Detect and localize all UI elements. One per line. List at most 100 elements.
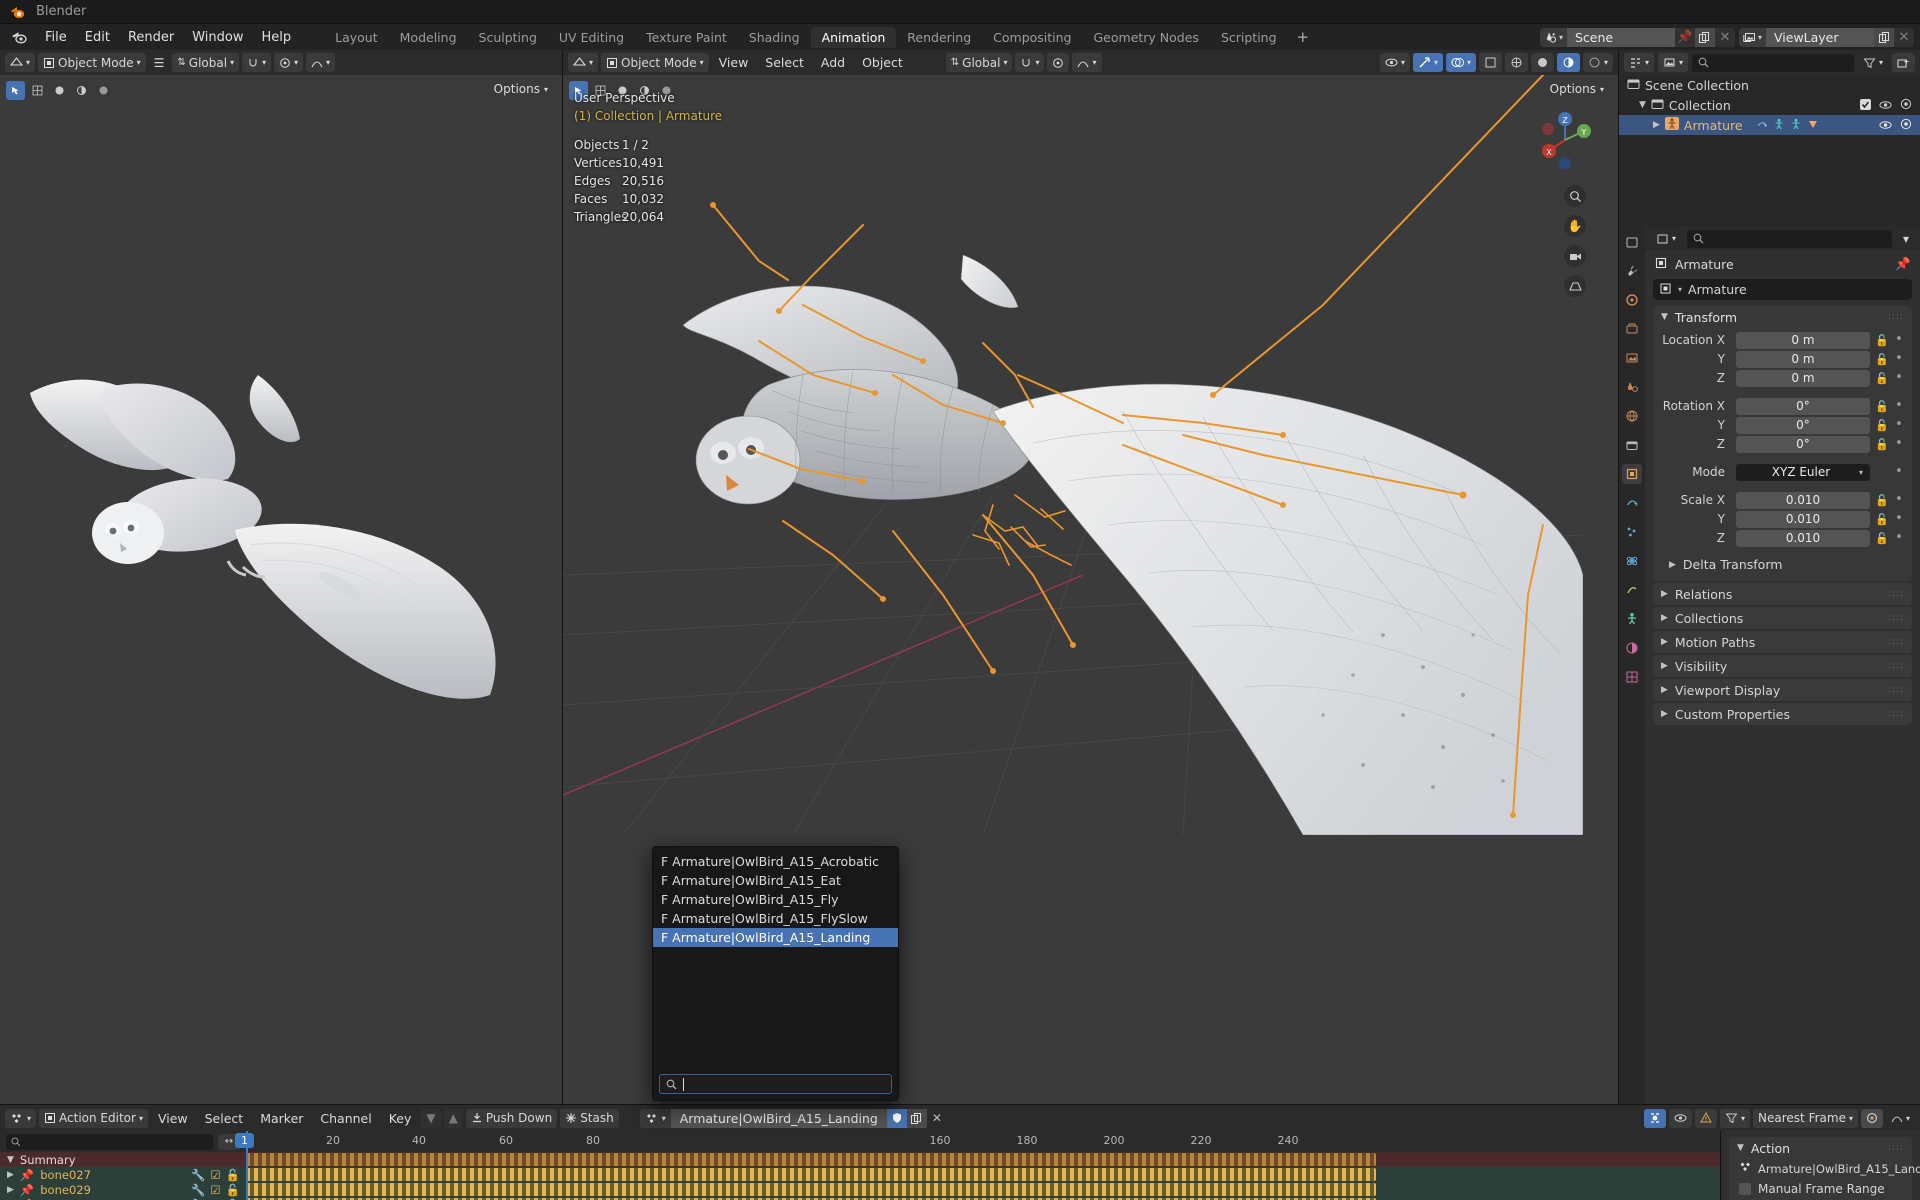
new-scene-icon[interactable] [1694,27,1715,47]
tab-particles-icon[interactable] [1622,522,1642,542]
chevron-right-icon[interactable]: ▶ [1661,661,1668,671]
eye-icon[interactable] [1879,118,1892,133]
fake-user-toggle-icon[interactable] [886,1108,907,1128]
stash-button[interactable]: Stash [560,1108,619,1128]
workspace-tab-texture-paint[interactable]: Texture Paint [635,27,738,48]
push-down-button[interactable]: Push Down [465,1108,558,1128]
main-falloff-icon[interactable]: ▾ [1072,53,1102,72]
menu-window[interactable]: Window [183,28,252,47]
shading-wire-icon[interactable] [1504,53,1528,72]
location-z-input[interactable]: 0 m [1736,369,1870,387]
chevron-right-icon[interactable]: ▶ [7,1185,14,1195]
tab-output-icon[interactable] [1622,319,1642,339]
dopesheet-menu-select[interactable]: Select [198,1110,251,1127]
lock-icon[interactable]: 🔓 [1875,334,1889,347]
proportional-edit-icon[interactable]: ▾ [274,53,304,72]
workspace-tab-geometry-nodes[interactable]: Geometry Nodes [1083,27,1210,48]
viewport-menu-object[interactable]: Object [855,54,910,71]
panel-visibility[interactable]: ▶ Visibility :::: [1653,655,1912,677]
lock-icon[interactable]: 🔓 [1875,532,1889,545]
tab-render-icon[interactable] [1622,290,1642,310]
main-snap-icon[interactable]: ▾ [1015,53,1045,72]
tab-collection-properties-icon[interactable] [1622,435,1642,455]
animate-dot-icon[interactable]: • [1894,333,1904,346]
lock-icon[interactable]: 🔓 [1875,372,1889,385]
dopesheet-filter-icon[interactable]: ▾ [1720,1108,1751,1128]
tab-viewlayer-icon[interactable] [1622,348,1642,368]
tab-modifier-properties-icon[interactable] [1622,493,1642,513]
blender-menu-icon[interactable] [8,28,30,46]
chevron-right-icon[interactable]: ▶ [7,1170,14,1180]
tab-physics-icon[interactable] [1622,551,1642,571]
rotation-mode-select[interactable]: XYZ Euler ▾ [1736,463,1870,481]
dopesheet-menu-view[interactable]: View [151,1110,195,1127]
scale-z-input[interactable]: 0.010 [1736,529,1870,547]
lock-icon[interactable]: 🔓 [1875,438,1889,451]
animate-dot-icon[interactable]: • [1894,512,1904,525]
shading-rendered-mode-icon[interactable]: ▾ [1582,53,1613,72]
navigation-gizmo[interactable]: Z Y X [1534,109,1596,171]
panel-motion-paths[interactable]: ▶ Motion Paths :::: [1653,631,1912,653]
delete-scene-icon[interactable]: ✕ [1714,27,1735,47]
dopesheet-menu-channel[interactable]: Channel [313,1110,378,1127]
dropdown-item-acrobatic[interactable]: F Armature|OwlBird_A15_Acrobatic [653,852,898,871]
next-action-icon[interactable]: ▲ [443,1108,463,1128]
lock-icon[interactable]: 🔓 [1875,419,1889,432]
properties-search-input[interactable] [1687,229,1892,248]
keyframes-bone027[interactable] [246,1168,1376,1181]
tab-object-constraints-icon[interactable] [1622,580,1642,600]
menu-help[interactable]: Help [253,28,301,47]
menu-edit[interactable]: Edit [76,28,119,47]
keyframe-area[interactable]: 20 40 60 80 160 180 200 220 240 1 [235,1131,1720,1200]
viewlayer-selector[interactable]: ▾ ViewLayer ✕ [1738,27,1914,47]
channel-row-summary[interactable]: ▼ Summary [0,1152,246,1167]
main-shading-material-icon[interactable] [635,81,654,100]
chevron-down-icon[interactable]: ▼ [1639,100,1646,110]
chevron-down-icon[interactable]: ▾ [1678,285,1682,294]
main-shading-rendered-icon[interactable] [657,81,676,100]
add-workspace-button[interactable]: + [1288,26,1319,48]
workspace-tab-modeling[interactable]: Modeling [389,27,468,48]
playhead[interactable]: 1 [235,1131,254,1200]
tab-object-properties-icon[interactable] [1622,464,1642,484]
unlock-icon[interactable]: 🔓 [226,1168,240,1182]
action-value-row[interactable]: Armature|OwlBird_A15_Landing [1729,1159,1920,1180]
checkbox-icon[interactable]: ☑ [210,1168,220,1182]
animate-dot-icon[interactable]: • [1894,531,1904,544]
outliner-row-scene-collection[interactable]: Scene Collection [1619,75,1920,95]
panel-relations[interactable]: ▶ Relations :::: [1653,583,1912,605]
workspace-tab-layout[interactable]: Layout [324,27,389,48]
frame-ruler[interactable]: 20 40 60 80 160 180 200 220 240 [246,1131,1720,1152]
manual-frame-range-checkbox[interactable] [1739,1183,1751,1195]
panel-collections[interactable]: ▶ Collections :::: [1653,607,1912,629]
show-hidden-icon[interactable] [1669,1108,1693,1128]
toggle-perspective-icon[interactable] [1564,275,1586,297]
animate-dot-icon[interactable]: • [1894,437,1904,450]
pin-id-icon[interactable]: 📌 [1895,256,1911,272]
channel-search-input[interactable] [6,1133,213,1150]
snap-mode-selector[interactable]: Nearest Frame ▾ [1753,1108,1858,1128]
channel-row-bone029[interactable]: ▶ 📌 bone029 🔧 ☑ 🔓 [0,1182,246,1197]
shading-solid-mode-icon[interactable] [1530,53,1554,72]
outliner-new-collection-icon[interactable] [1892,53,1915,72]
chevron-right-icon[interactable]: ▶ [1653,120,1660,130]
bone-constraint-icon[interactable] [1807,118,1819,133]
action-selector[interactable]: ▾ Armature|OwlBird_A15_Landing ✕ [639,1108,947,1128]
eye-icon[interactable] [1879,98,1892,113]
delete-viewlayer-icon[interactable]: ✕ [1894,27,1914,47]
main-viewport-options[interactable]: Options ▾ [1543,81,1610,97]
animate-dot-icon[interactable]: • [1894,493,1904,506]
viewport-menu-select[interactable]: Select [758,54,811,71]
proportional-falloff-icon[interactable]: ▾ [306,53,336,72]
panel-custom-properties[interactable]: ▶ Custom Properties :::: [1653,703,1912,725]
tab-editor-type-icon[interactable] [1622,232,1642,252]
action-name-value[interactable]: Armature|OwlBird_A15_Landing [670,1108,887,1128]
object-mode-selector[interactable]: Object Mode ▾ [38,53,146,72]
action-dropdown-menu[interactable]: F Armature|OwlBird_A15_Acrobatic F Armat… [652,846,899,1101]
delta-transform-row[interactable]: ▶ Delta Transform [1653,554,1912,575]
lock-icon[interactable]: 🔓 [1875,494,1889,507]
chevron-down-icon[interactable]: ▼ [1661,312,1668,322]
proportional-falloff-keyframes-icon[interactable]: ▾ [1886,1109,1915,1128]
modifier-icon[interactable]: 🔧 [191,1183,205,1197]
main-select-box-tool-icon[interactable] [569,81,588,100]
